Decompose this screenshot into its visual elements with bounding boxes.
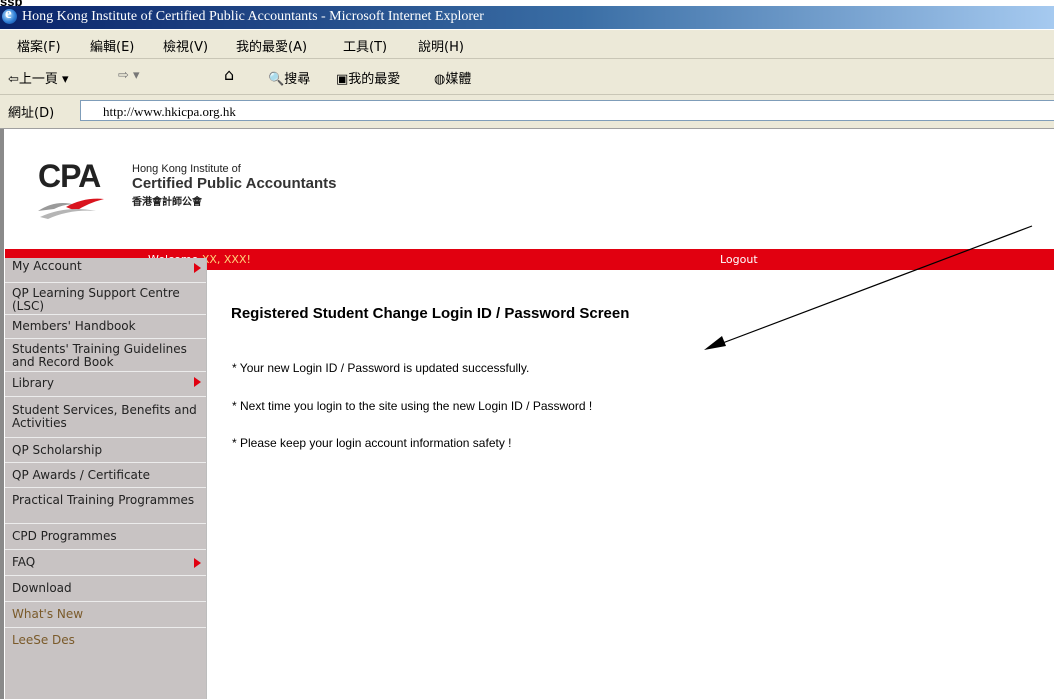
message-line: * Please keep your login account informa… (232, 436, 512, 450)
message-line: * Next time you login to the site using … (232, 399, 593, 413)
sidebar-item-partial[interactable]: LeeSe Des (5, 628, 206, 648)
sidebar-item-label: Members' Handbook (12, 319, 136, 333)
menu-file[interactable]: 檔案(F) (17, 36, 61, 55)
sidebar-item-label: QP Awards / Certificate (12, 468, 150, 482)
sidebar-item-label: Library (12, 376, 54, 390)
address-label: 網址(D) (8, 106, 55, 121)
sidebar-item-label: Student Services, Benefits and Activitie… (12, 403, 197, 430)
sidebar-item-student-services[interactable]: Student Services, Benefits and Activitie… (5, 397, 206, 438)
back-label: 上一頁 (18, 72, 58, 87)
sidebar-item-label: LeeSe Des (12, 633, 75, 647)
forward-button[interactable]: ⇨ ▾ (118, 68, 140, 83)
page-title: Registered Student Change Login ID / Pas… (231, 305, 630, 322)
address-input[interactable]: http://www.hkicpa.org.hk (80, 100, 1054, 121)
sidebar-item-download[interactable]: Download (5, 576, 206, 602)
search-button[interactable]: 🔍搜尋 (268, 68, 310, 87)
sidebar-item-label: Practical Training Programmes (12, 493, 195, 507)
sidebar-item-practical-training[interactable]: Practical Training Programmes (5, 488, 206, 524)
address-bar: 網址(D) http://www.hkicpa.org.hk (0, 95, 1054, 129)
menu-view[interactable]: 檢視(V) (163, 36, 208, 55)
media-button[interactable]: ◍媒體 (434, 68, 471, 87)
window-titlebar: Hong Kong Institute of Certified Public … (0, 6, 1054, 29)
sidebar-item-cpd[interactable]: CPD Programmes (5, 524, 206, 550)
sidebar-item-whats-new[interactable]: What's New (5, 602, 206, 628)
sidebar-item-label: Download (12, 581, 72, 595)
sidebar-item-label: QP Learning Support Centre (LSC) (12, 286, 180, 313)
sidebar-item-label: Students' Training Guidelines and Record… (12, 342, 187, 369)
favorites-button[interactable]: ▣我的最愛 (336, 68, 400, 87)
ie-icon (2, 6, 17, 24)
menu-edit[interactable]: 編輯(E) (90, 36, 134, 55)
menu-help[interactable]: 說明(H) (418, 36, 464, 55)
menu-bar: 檔案(F) 編輯(E) 檢視(V) 我的最愛(A) 工具(T) 說明(H) (0, 30, 1054, 59)
forward-arrow-icon: ⇨ (118, 68, 129, 83)
media-icon: ◍ (434, 72, 446, 87)
submenu-arrow-icon (194, 558, 201, 568)
search-label: 搜尋 (284, 72, 311, 87)
menu-tools[interactable]: 工具(T) (343, 36, 387, 55)
sidebar-item-label: CPD Programmes (12, 529, 117, 543)
logo-swoosh-icon (38, 198, 104, 219)
annotation-arrow (704, 225, 1033, 350)
message-line: * Your new Login ID / Password is update… (232, 361, 530, 375)
menu-favorites[interactable]: 我的最愛(A) (236, 36, 307, 55)
window-title: Hong Kong Institute of Certified Public … (22, 9, 484, 24)
sidebar-item-handbook[interactable]: Members' Handbook (5, 315, 206, 339)
org-name-chinese: 香港會計師公會 (132, 197, 202, 208)
sidebar-item-label: My Account (12, 259, 82, 273)
sidebar-item-faq[interactable]: FAQ (5, 550, 206, 576)
org-name-line2: Certified Public Accountants (132, 175, 337, 192)
sidebar-item-scholarship[interactable]: QP Scholarship (5, 438, 206, 463)
sidebar-item-label: QP Scholarship (12, 443, 103, 457)
sidebar-item-training-guidelines[interactable]: Students' Training Guidelines and Record… (5, 339, 206, 372)
home-icon[interactable]: ⌂ (224, 65, 234, 84)
sidebar-item-my-account[interactable]: My Account (5, 258, 206, 283)
submenu-arrow-icon (194, 263, 201, 273)
toolbar: ⇦上一頁 ▾ ⇨ ▾ ⌂ 🔍搜尋 ▣我的最愛 ◍媒體 (0, 59, 1054, 145)
sidebar-item-lsc[interactable]: QP Learning Support Centre (LSC) (5, 283, 206, 315)
back-button[interactable]: ⇦上一頁 ▾ (8, 68, 69, 87)
media-label: 媒體 (445, 72, 472, 87)
search-icon: 🔍 (268, 72, 285, 87)
user-name: XX, XXX! (201, 253, 251, 266)
favorites-icon: ▣ (336, 72, 349, 87)
back-arrow-icon: ⇦ (8, 72, 19, 87)
sidebar-item-label: What's New (12, 607, 84, 621)
sidebar-item-library[interactable]: Library (5, 372, 206, 397)
favorites-label: 我的最愛 (348, 72, 401, 87)
org-name-line1: Hong Kong Institute of (132, 163, 241, 175)
sidebar-item-label: FAQ (12, 555, 36, 569)
submenu-arrow-icon (194, 377, 201, 387)
sidebar-item-awards[interactable]: QP Awards / Certificate (5, 463, 206, 488)
logo-wordmark: CPA (38, 158, 101, 194)
